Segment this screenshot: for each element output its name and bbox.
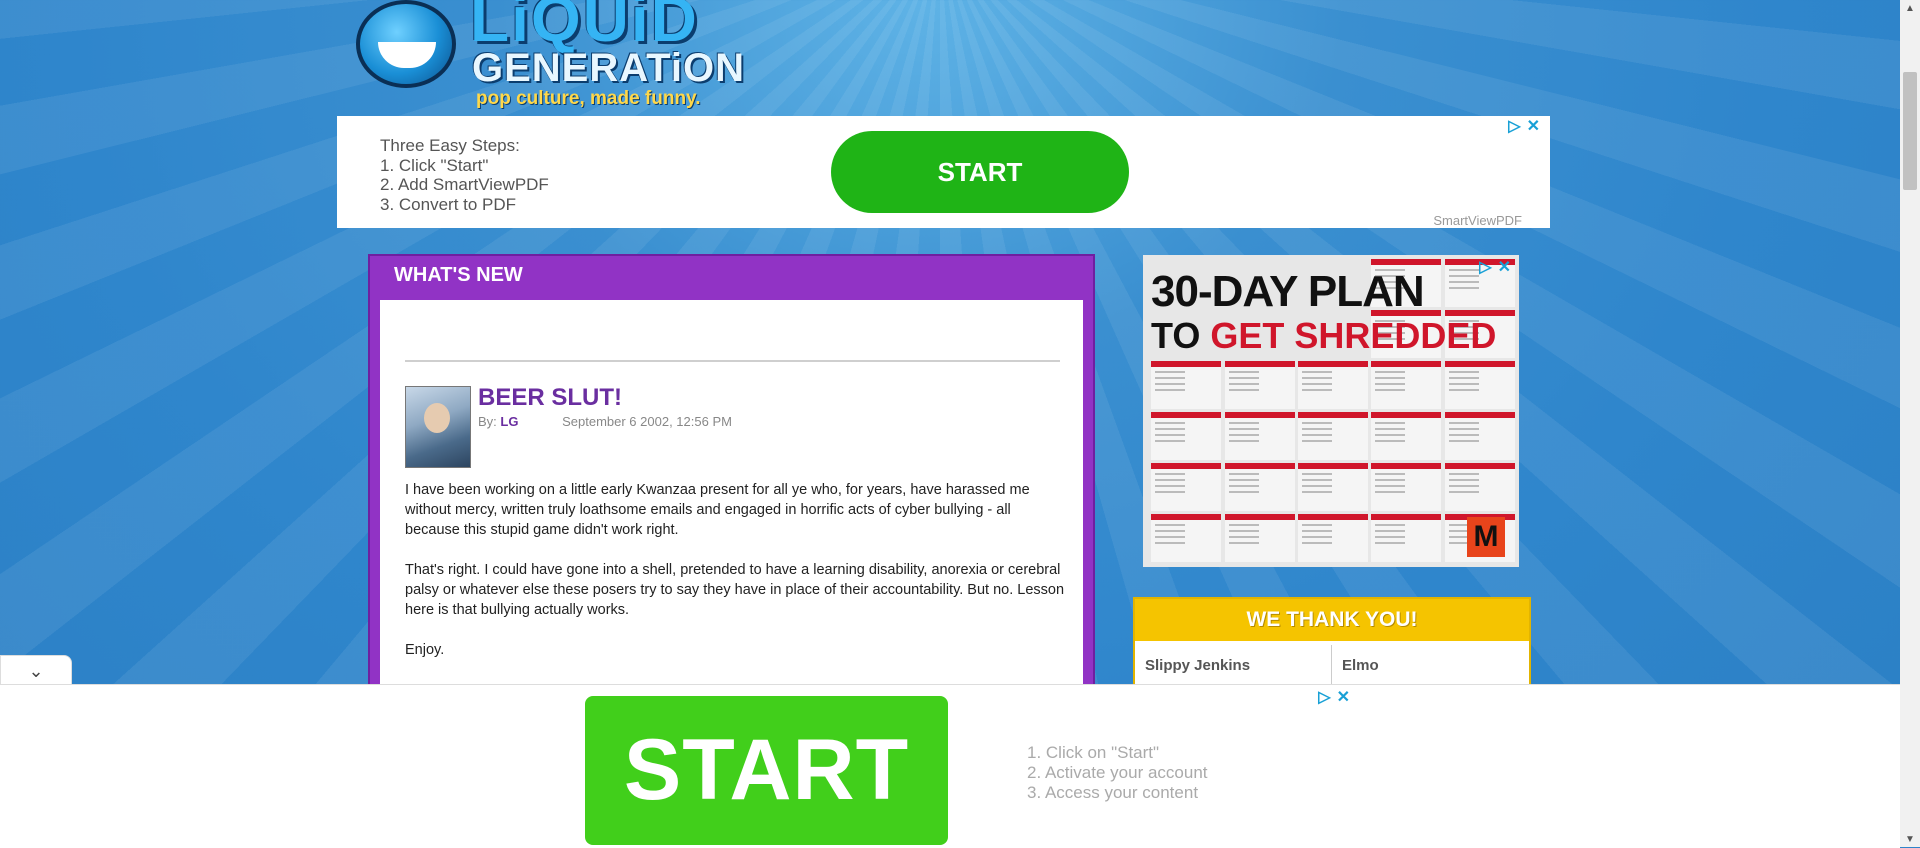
collapse-ad-button[interactable]: ⌄ (0, 655, 72, 686)
workout-day-cell (1371, 514, 1441, 562)
thank-you-title: WE THANK YOU! (1135, 599, 1529, 641)
ad-close-icon[interactable]: ✕ (1527, 116, 1540, 136)
chevron-down-icon: ⌄ (28, 660, 44, 681)
ad-info-icon[interactable]: ▷ (1508, 116, 1520, 136)
post-byline: By: LG September 6 2002, 12:56 PM (478, 414, 732, 429)
workout-day-cell (1445, 361, 1515, 409)
post-body: I have been working on a little early Kw… (405, 480, 1065, 680)
ad-choices[interactable]: ▷ ✕ (1479, 257, 1511, 277)
ad-headline-1: 30-DAY PLAN (1151, 267, 1425, 316)
post-author-link[interactable]: LG (500, 414, 518, 429)
ad-close-icon[interactable]: ✕ (1337, 687, 1350, 707)
ad-step-2: 2. Add SmartViewPDF (380, 175, 549, 194)
whats-new-content: BEER SLUT! By: LG September 6 2002, 12:5… (380, 300, 1083, 700)
bottom-ad-steps: 1. Click on "Start" 2. Activate your acc… (1027, 743, 1208, 803)
workout-day-cell (1225, 412, 1295, 460)
workout-day-cell (1225, 514, 1295, 562)
post-thumbnail[interactable] (405, 386, 471, 468)
top-banner-ad[interactable]: Three Easy Steps: 1. Click "Start" 2. Ad… (337, 116, 1550, 228)
logo-mascot-icon (356, 0, 456, 88)
post-date: September 6 2002, 12:56 PM (562, 414, 732, 429)
post-title[interactable]: BEER SLUT! (478, 384, 622, 412)
workout-day-cell (1151, 463, 1221, 511)
ad-info-icon[interactable]: ▷ (1479, 257, 1491, 277)
post-paragraph: That's right. I could have gone into a s… (405, 562, 1065, 618)
ad-step-3: 3. Convert to PDF (380, 194, 517, 214)
bottom-ad-step-3: 3. Access your content (1027, 783, 1199, 802)
bottom-anchor-ad-bar: START 1. Click on "Start" 2. Activate yo… (0, 684, 1900, 848)
site-logo[interactable]: LiQUiD GENERATiON pop culture, made funn… (352, 0, 745, 112)
workout-day-cell (1371, 412, 1441, 460)
ad-headline-2-accent: GET SHREDDED (1210, 315, 1497, 356)
vertical-scrollbar[interactable]: ▲ ▼ (1900, 0, 1920, 847)
supporter-name[interactable]: Slippy Jenkins (1145, 657, 1250, 674)
ad-step-1: 1. Click "Start" (380, 155, 489, 175)
whats-new-panel: WHAT'S NEW BEER SLUT! By: LG September 6… (368, 254, 1095, 700)
ad-steps-title: Three Easy Steps: (380, 136, 520, 155)
bottom-ad-step-1: 1. Click on "Start" (1027, 743, 1160, 762)
whats-new-title: WHAT'S NEW (394, 264, 523, 286)
post-paragraph: I have been working on a little early Kw… (405, 482, 1030, 538)
workout-day-cell (1298, 514, 1368, 562)
bottom-banner-ad[interactable]: START 1. Click on "Start" 2. Activate yo… (549, 685, 1350, 848)
workout-day-cell (1151, 361, 1221, 409)
workout-day-cell (1371, 361, 1441, 409)
supporter-name[interactable]: Elmo (1342, 657, 1379, 674)
scroll-up-icon[interactable]: ▲ (1900, 0, 1920, 16)
workout-day-cell (1298, 412, 1368, 460)
post-paragraph: Enjoy. (405, 642, 445, 658)
ad-brand: SmartViewPDF (1433, 213, 1522, 228)
scrollbar-thumb[interactable] (1903, 72, 1917, 190)
workout-day-cell (1371, 463, 1441, 511)
workout-day-cell (1151, 412, 1221, 460)
ad-steps: Three Easy Steps: 1. Click "Start" 2. Ad… (380, 136, 549, 214)
logo-line2: GENERATiON (472, 46, 745, 90)
ad-start-button[interactable]: START (831, 131, 1129, 213)
workout-day-cell (1225, 361, 1295, 409)
workout-day-cell (1298, 361, 1368, 409)
workout-day-cell (1445, 412, 1515, 460)
scroll-down-icon[interactable]: ▼ (1900, 831, 1920, 847)
ad-close-icon[interactable]: ✕ (1498, 257, 1511, 277)
ad-headline-2: TO GET SHREDDED (1151, 315, 1496, 357)
bottom-ad-start-button[interactable]: START (585, 696, 948, 845)
divider (405, 360, 1060, 362)
logo-tagline: pop culture, made funny. (476, 88, 701, 109)
ad-choices[interactable]: ▷ ✕ (1318, 687, 1350, 707)
by-label: By: (478, 414, 497, 429)
workout-day-cell (1151, 514, 1221, 562)
workout-day-cell (1298, 463, 1368, 511)
right-sidebar-ad[interactable]: 30-DAY PLAN TO GET SHREDDED M ▷ ✕ (1143, 255, 1519, 567)
ad-headline-2-prefix: TO (1151, 315, 1211, 356)
workout-day-cell (1225, 463, 1295, 511)
bottom-ad-step-2: 2. Activate your account (1027, 763, 1208, 782)
workout-day-cell (1445, 463, 1515, 511)
ad-choices[interactable]: ▷ ✕ (1508, 116, 1540, 136)
ad-info-icon[interactable]: ▷ (1318, 687, 1330, 707)
brand-logo: M (1467, 517, 1505, 557)
